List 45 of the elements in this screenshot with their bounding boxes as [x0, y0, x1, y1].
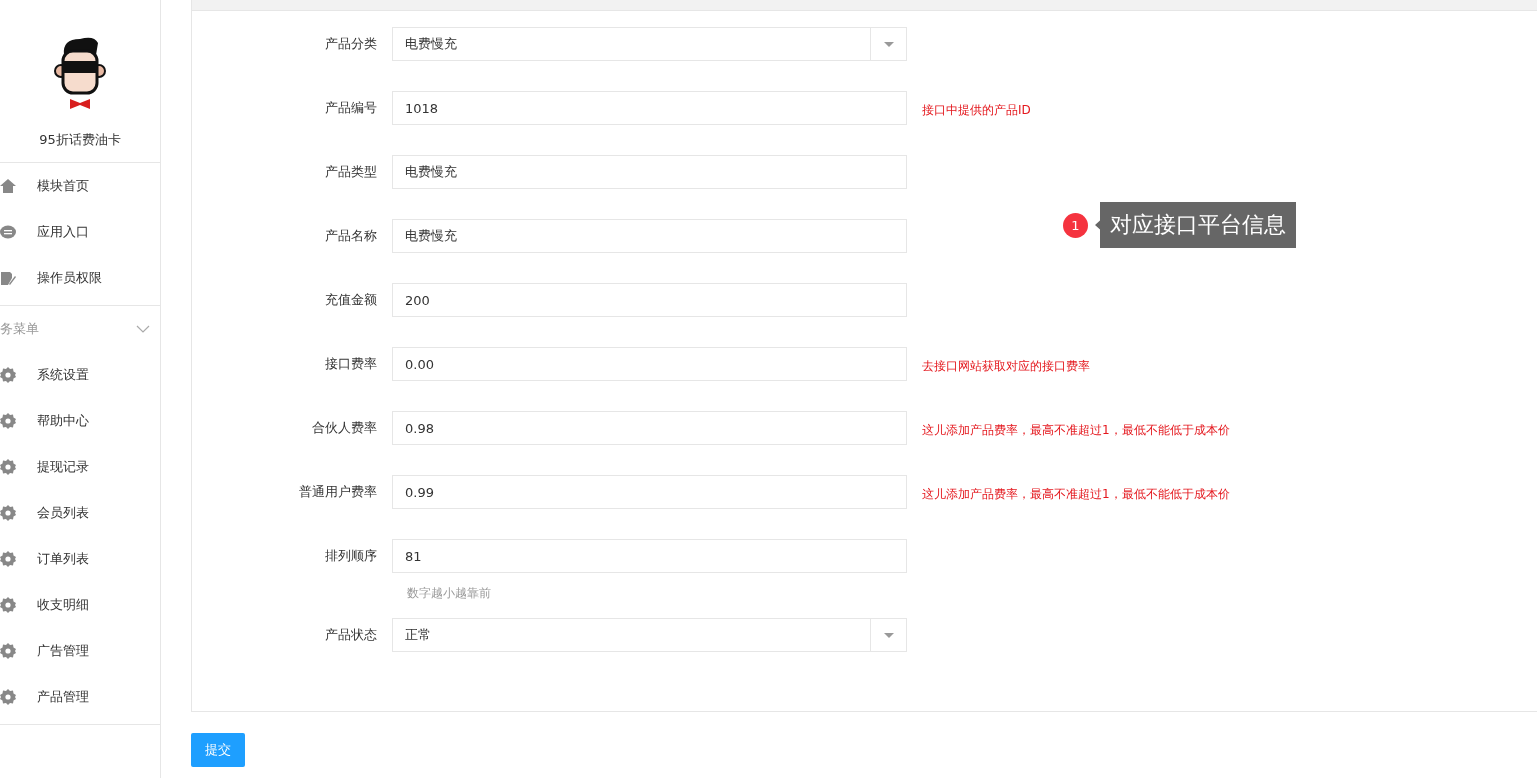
field-label: 合伙人费率 [311, 419, 378, 437]
nav-item[interactable]: 会员列表 [0, 490, 160, 536]
nav-item[interactable]: 订单列表 [0, 536, 160, 582]
caret-icon [883, 41, 894, 47]
nav-item[interactable]: 应用入口 [0, 209, 160, 255]
input-field[interactable]: 0.99 [392, 475, 907, 509]
section-title: 务菜单 [0, 320, 39, 338]
field-label: 产品编号 [324, 99, 378, 117]
field-help: 数字越小越靠前 [407, 585, 492, 602]
home-icon [0, 178, 16, 194]
field-label: 普通用户费率 [298, 483, 378, 501]
field-hint: 这儿添加产品费率，最高不准超过1，最低不能低于成本价 [922, 421, 1230, 439]
brand-name: 95折话费油卡 [39, 131, 121, 149]
field-label: 接口费率 [324, 355, 378, 373]
nav-item[interactable]: 操作员权限 [0, 255, 160, 301]
field-label: 产品类型 [324, 163, 378, 181]
nav-item[interactable]: 广告管理 [0, 628, 160, 674]
caret-icon [883, 632, 894, 638]
select-field[interactable]: 电费慢充 [392, 27, 907, 61]
input-field[interactable]: 0.00 [392, 347, 907, 381]
chevron-down-icon[interactable] [136, 325, 150, 333]
input-field[interactable]: 200 [392, 283, 907, 317]
field-label: 产品分类 [324, 35, 378, 53]
field-label: 排列顺序 [324, 547, 378, 565]
input-field[interactable]: 81 [392, 539, 907, 573]
nav-item[interactable]: 收支明细 [0, 582, 160, 628]
annotation-tooltip: 对应接口平台信息 [1095, 202, 1296, 248]
field-hint: 去接口网站获取对应的接口费率 [922, 357, 1090, 375]
field-label: 产品名称 [324, 227, 378, 245]
field-label: 充值金额 [324, 291, 378, 309]
field-label: 产品状态 [324, 626, 378, 644]
step-badge: 1 [1063, 212, 1088, 238]
edit-icon [0, 270, 16, 286]
nav-item[interactable]: 模块首页 [0, 163, 160, 209]
field-hint: 这儿添加产品费率，最高不准超过1，最低不能低于成本价 [922, 485, 1230, 503]
input-field[interactable]: 电费慢充 [392, 155, 907, 189]
nav-item[interactable]: 产品管理 [0, 674, 160, 720]
input-field[interactable]: 电费慢充 [392, 219, 907, 253]
input-field[interactable]: 0.98 [392, 411, 907, 445]
nav-item[interactable]: 提现记录 [0, 444, 160, 490]
nav-item[interactable]: 系统设置 [0, 352, 160, 398]
nav-item[interactable]: 帮助中心 [0, 398, 160, 444]
input-field[interactable]: 1018 [392, 91, 907, 125]
select-field[interactable]: 正常 [392, 618, 907, 652]
field-hint: 接口中提供的产品ID [922, 101, 1031, 119]
